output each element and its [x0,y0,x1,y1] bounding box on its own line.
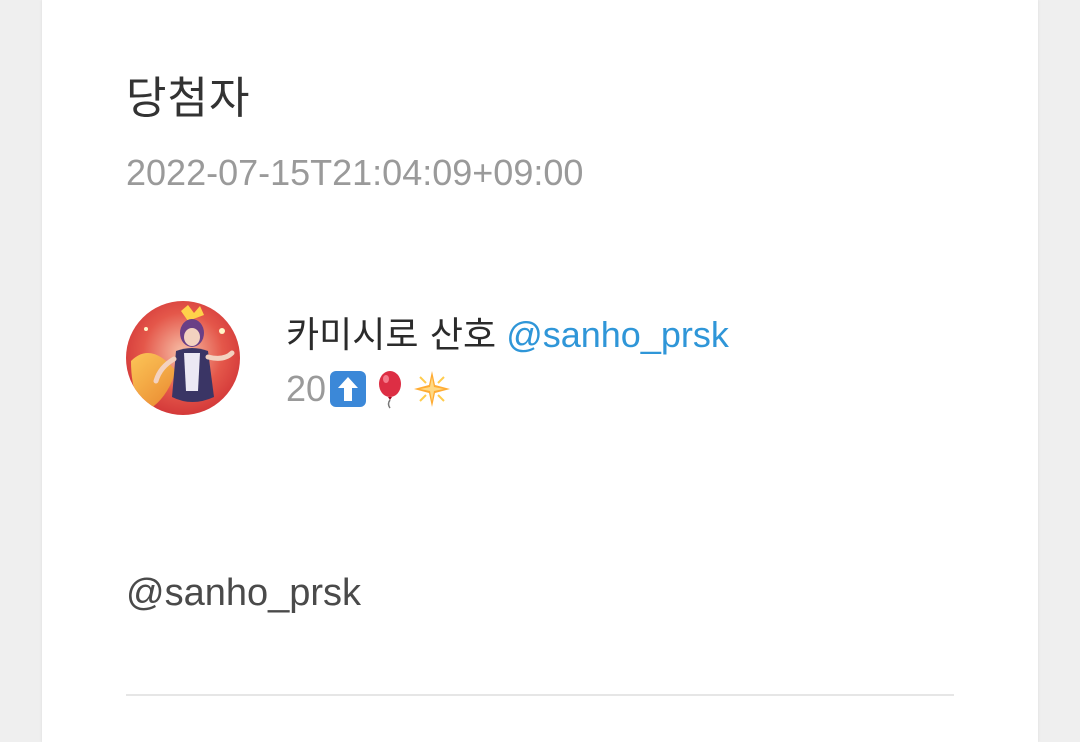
avatar-image-icon [126,301,240,415]
divider [126,694,954,696]
up-arrow-icon [328,369,368,409]
post-card: 당첨자 2022-07-15T21:04:09+09:00 카미시로 산호 @s… [42,0,1038,742]
author-display-name[interactable]: 카미시로 산호 [286,315,496,356]
post-title: 당첨자 [126,73,251,124]
author-handle-link[interactable]: @sanho_prsk [506,314,729,355]
bio-number: 20 [286,368,327,409]
author-avatar[interactable] [126,301,240,415]
red-balloon-icon [370,369,410,409]
post-timestamp: 2022-07-15T21:04:09+09:00 [126,152,584,193]
author-line: 카미시로 산호 @sanho_prsk [286,306,729,358]
mention-text[interactable]: @sanho_prsk [126,572,361,615]
sparkle-star-icon [412,369,452,409]
author-bio: 20 [286,368,454,410]
